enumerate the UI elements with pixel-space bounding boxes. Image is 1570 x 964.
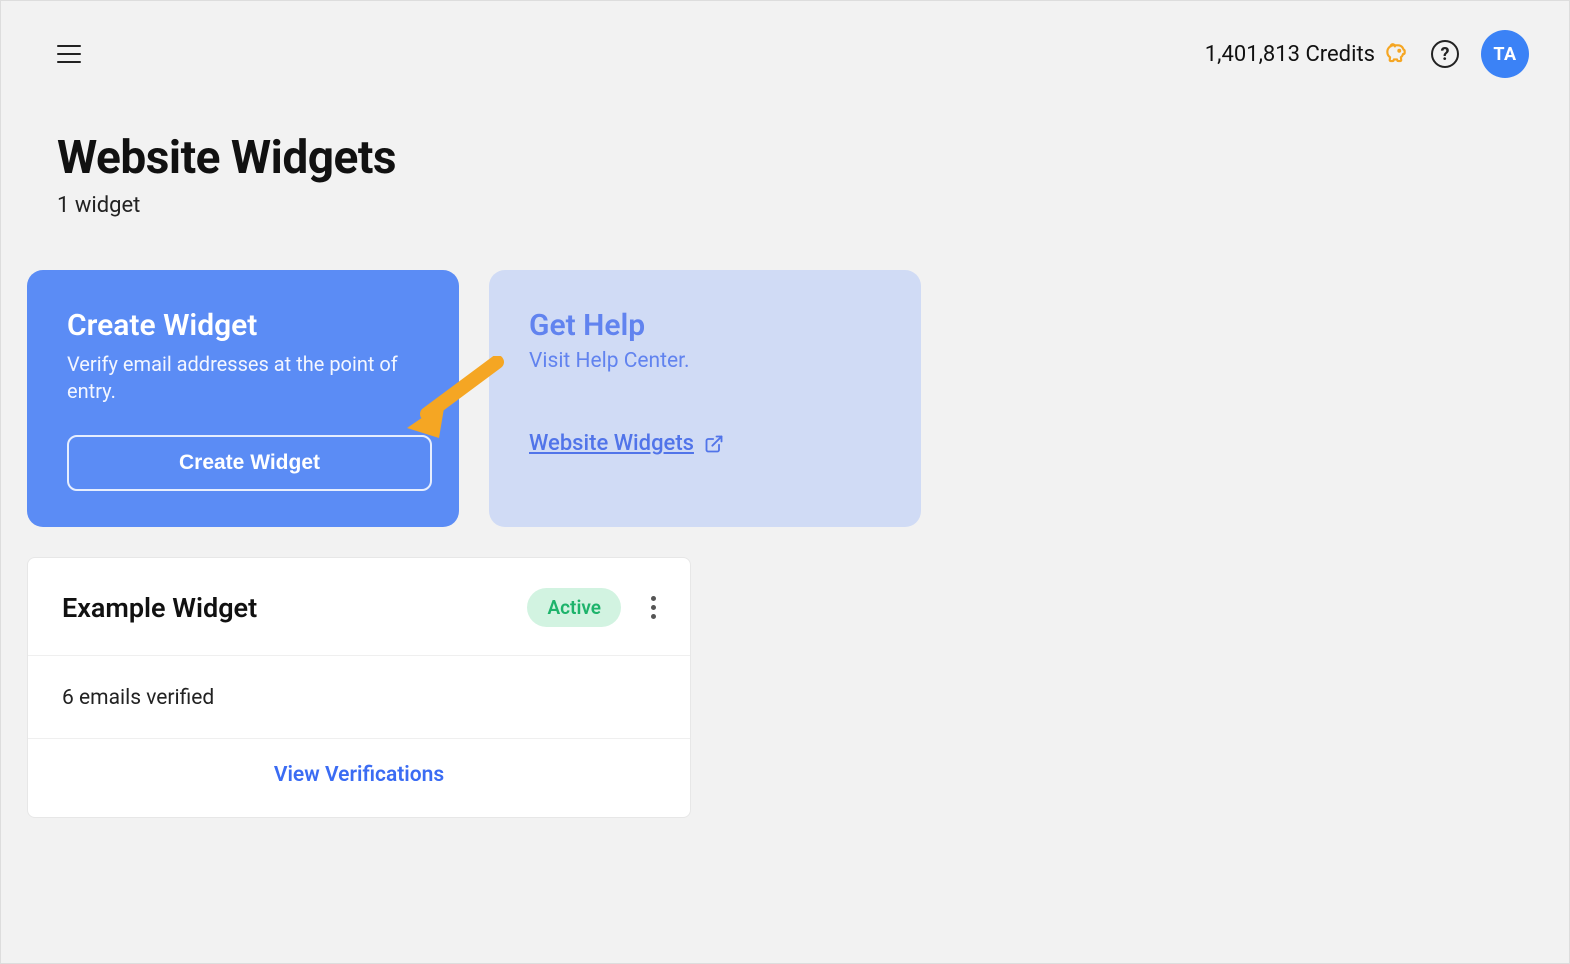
get-help-card: Get Help Visit Help Center. Website Widg…	[489, 270, 921, 527]
widget-menu-button[interactable]	[651, 596, 656, 619]
view-verifications-link[interactable]: View Verifications	[274, 763, 444, 787]
create-card-description: Verify email addresses at the point of e…	[67, 351, 419, 405]
page-title: Website Widgets	[57, 131, 1513, 185]
widget-name: Example Widget	[62, 592, 257, 624]
page-subtitle: 1 widget	[57, 193, 1513, 218]
create-widget-card: Create Widget Verify email addresses at …	[27, 270, 459, 527]
create-card-title: Create Widget	[67, 308, 419, 343]
status-badge: Active	[527, 588, 621, 627]
action-cards-row: Create Widget Verify email addresses at …	[27, 270, 1513, 527]
widget-card: Example Widget Active 6 emails verified …	[27, 557, 691, 818]
avatar[interactable]: TA	[1481, 30, 1529, 78]
help-card-description: Visit Help Center.	[529, 349, 881, 373]
create-widget-button[interactable]: Create Widget	[67, 435, 432, 491]
top-bar: 1,401,813 Credits ? TA	[1, 1, 1569, 81]
external-link-icon	[704, 434, 724, 454]
credits-indicator[interactable]: 1,401,813 Credits	[1205, 41, 1409, 67]
avatar-initials: TA	[1493, 44, 1516, 65]
help-button[interactable]: ?	[1431, 40, 1459, 68]
piggy-bank-icon	[1383, 41, 1409, 67]
widget-card-header: Example Widget Active	[28, 558, 690, 656]
help-card-title: Get Help	[529, 308, 881, 343]
help-link[interactable]: Website Widgets	[529, 431, 724, 456]
menu-button[interactable]	[57, 45, 81, 63]
credits-text: 1,401,813 Credits	[1205, 42, 1375, 67]
widget-stats: 6 emails verified	[28, 656, 690, 739]
help-link-label: Website Widgets	[529, 431, 694, 456]
